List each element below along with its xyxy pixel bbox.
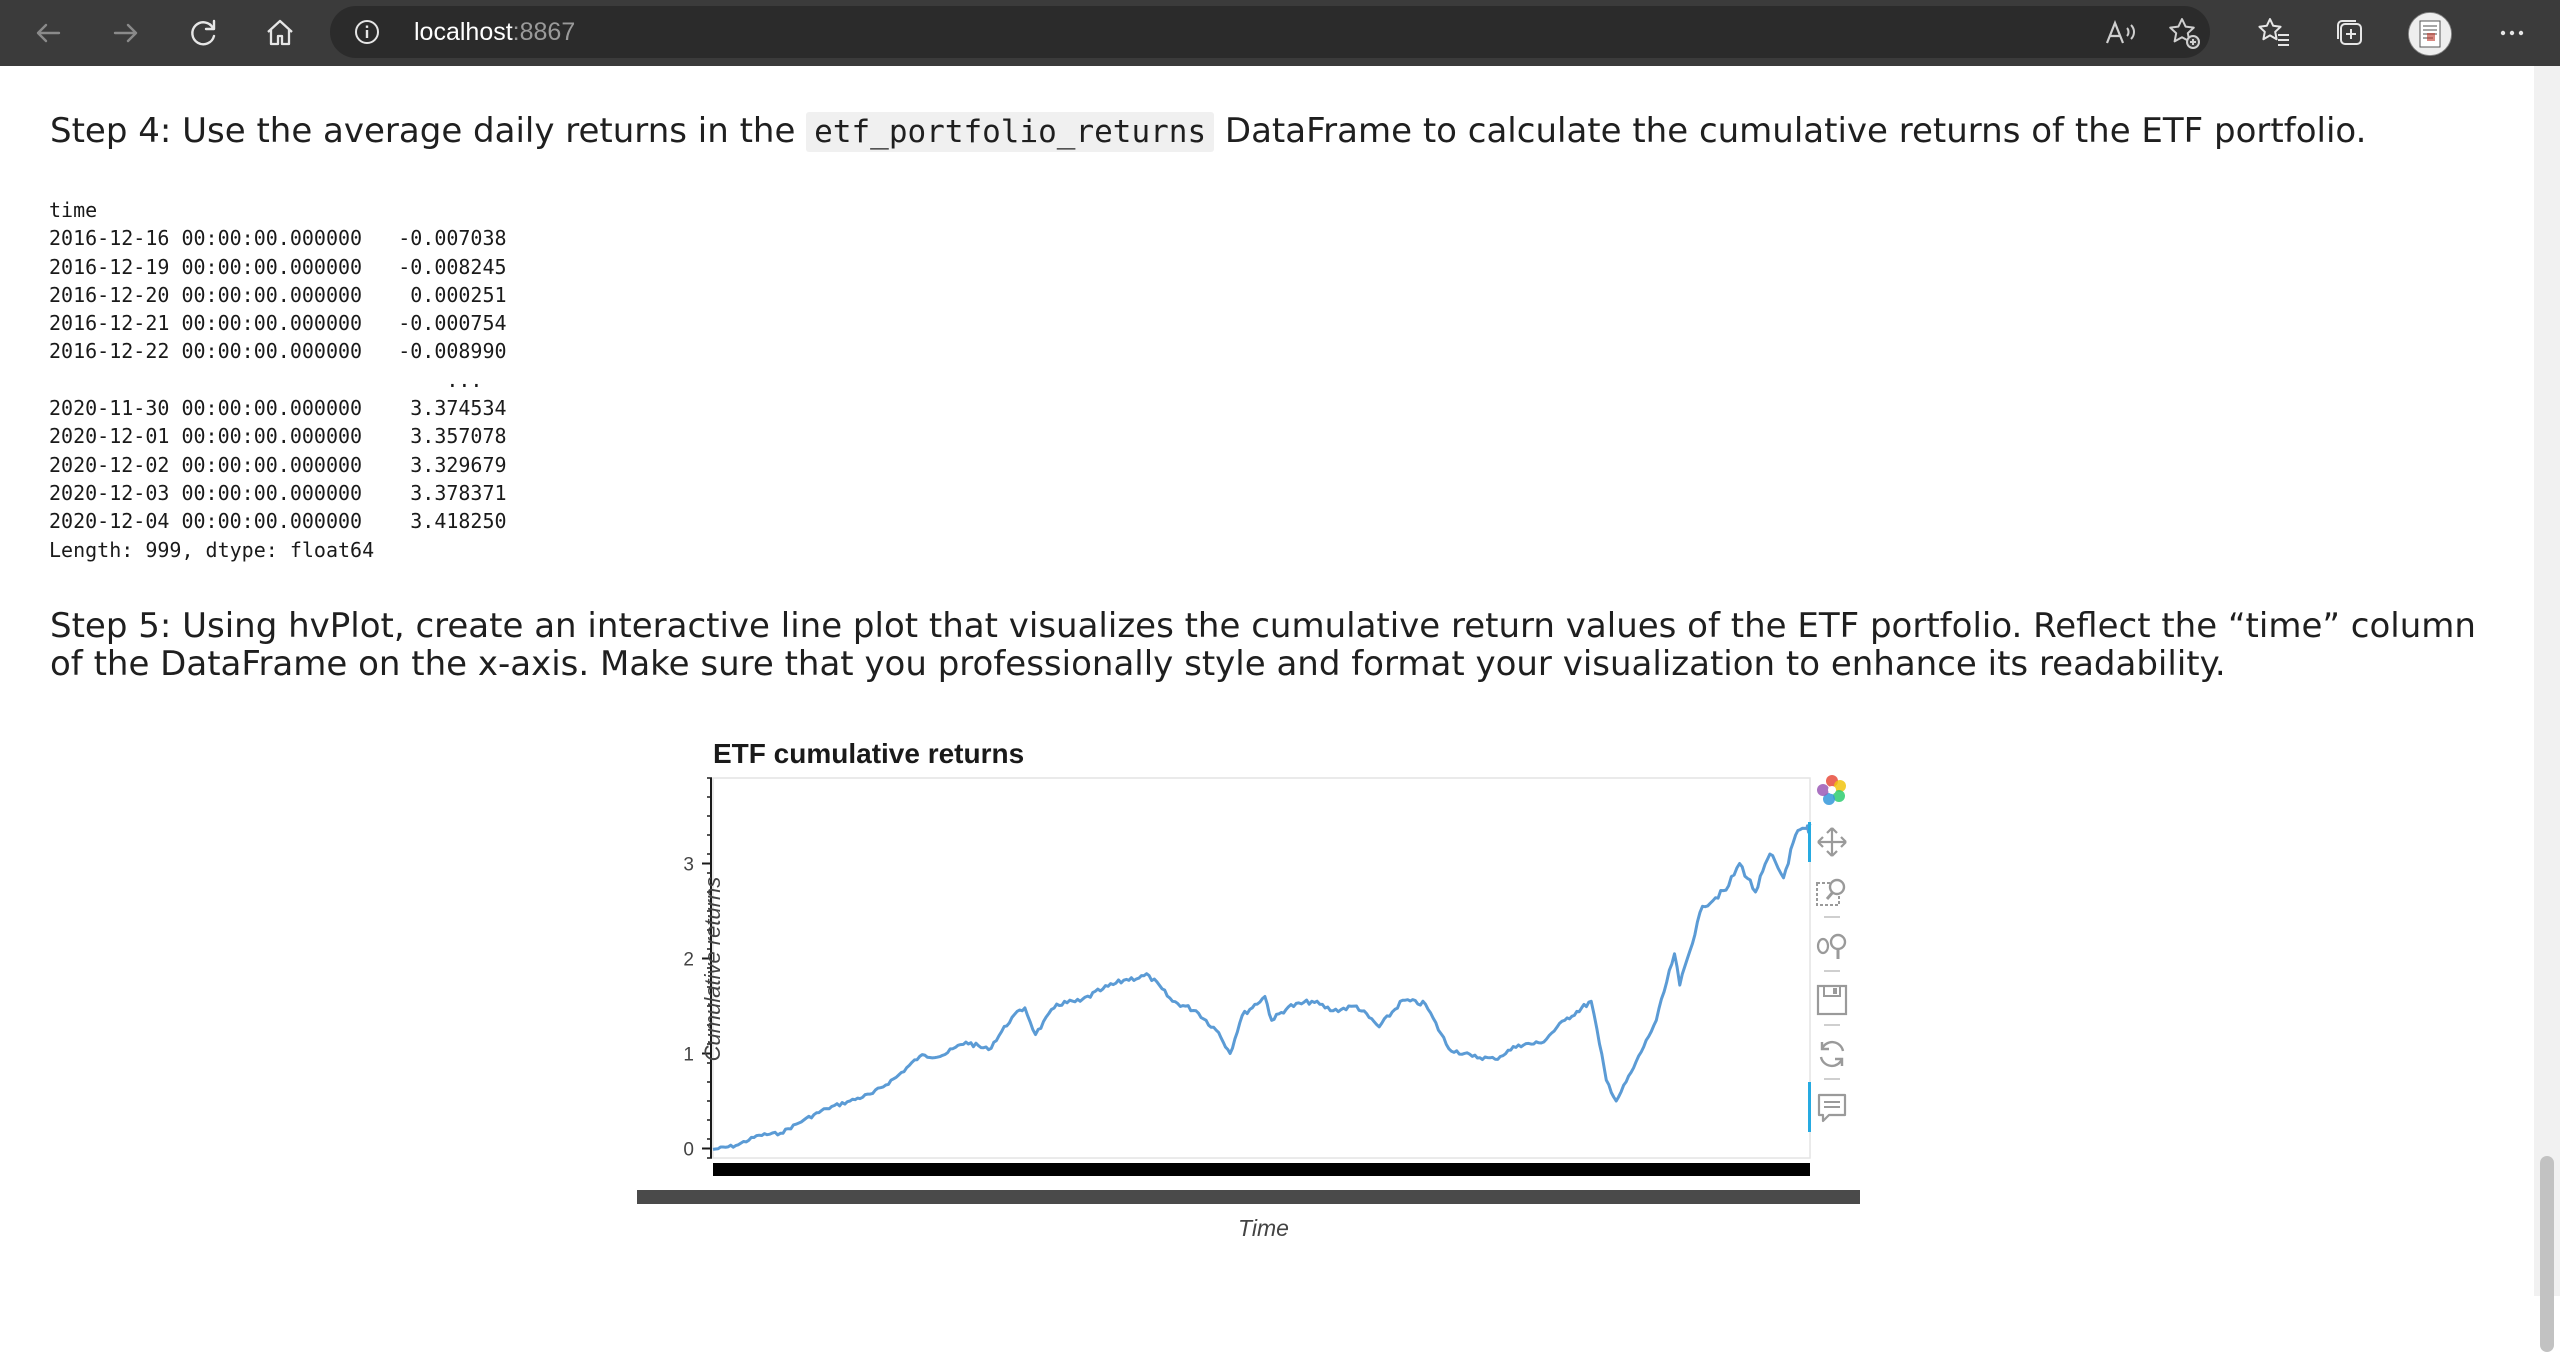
output-line: 2016-12-20 00:00:00.000000 0.000251 bbox=[49, 282, 507, 307]
output-line: 2020-12-01 00:00:00.000000 3.357078 bbox=[49, 424, 507, 449]
output-line: 2016-12-22 00:00:00.000000 -0.008990 bbox=[49, 339, 507, 364]
save-tool[interactable] bbox=[1812, 980, 1852, 1020]
output-line: 2020-11-30 00:00:00.000000 3.374534 bbox=[49, 396, 507, 421]
toolbar-separator bbox=[1824, 970, 1840, 972]
favorites-icon bbox=[2258, 18, 2289, 46]
x-axis-band bbox=[713, 1163, 1810, 1176]
cell-output: time 2016-12-16 00:00:00.000000 -0.007038… bbox=[49, 196, 507, 564]
box-zoom-tool[interactable] bbox=[1812, 872, 1852, 912]
output-line: 2016-12-19 00:00:00.000000 -0.008245 bbox=[49, 254, 507, 279]
refresh-icon bbox=[191, 19, 216, 46]
output-line: 2016-12-16 00:00:00.000000 -0.007038 bbox=[49, 226, 507, 251]
step4-suffix: DataFrame to calculate the cumulative re… bbox=[1214, 111, 2367, 151]
x-axis-label: Time bbox=[1238, 1215, 1289, 1241]
y-tick-label: 0 bbox=[683, 1140, 694, 1161]
reset-icon bbox=[1819, 1040, 1845, 1068]
avatar-image bbox=[2409, 13, 2451, 55]
y-tick-label: 3 bbox=[683, 855, 694, 876]
y-tick-label: 1 bbox=[683, 1045, 694, 1066]
step4-inline-code: etf_portfolio_returns bbox=[806, 112, 1215, 152]
home-button[interactable] bbox=[258, 11, 302, 55]
address-bar[interactable]: localhost:8867 bbox=[330, 6, 2210, 58]
output-line: Length: 999, dtype: float64 bbox=[49, 537, 375, 562]
read-aloud-icon bbox=[2105, 20, 2135, 44]
hover-icon bbox=[1817, 1093, 1847, 1123]
range-selector[interactable] bbox=[637, 1190, 1860, 1204]
step4-heading: Step 4: Use the average daily returns in… bbox=[50, 111, 2450, 152]
wheel-zoom-tool[interactable] bbox=[1812, 926, 1852, 966]
reset-tool[interactable] bbox=[1812, 1034, 1852, 1074]
add-favorite-icon bbox=[2169, 18, 2200, 49]
address-host: localhost bbox=[414, 18, 513, 46]
hover-tool[interactable] bbox=[1812, 1088, 1852, 1128]
chart-svg[interactable]: 0 1 2 3 bbox=[630, 728, 1860, 1248]
add-favorite-button[interactable] bbox=[2164, 13, 2204, 53]
output-line: 2020-12-03 00:00:00.000000 3.378371 bbox=[49, 480, 507, 505]
plot-area[interactable] bbox=[712, 777, 1811, 1159]
back-button[interactable] bbox=[26, 11, 70, 55]
step5-heading: Step 5: Using hvPlot, create an interact… bbox=[50, 606, 2476, 684]
browser-toolbar: localhost:8867 bbox=[0, 0, 2560, 66]
read-aloud-button[interactable] bbox=[2100, 13, 2140, 53]
back-icon bbox=[36, 23, 61, 43]
refresh-button[interactable] bbox=[182, 11, 226, 55]
page-scrollbar[interactable] bbox=[2534, 66, 2560, 1352]
bokeh-logo[interactable] bbox=[1812, 770, 1852, 810]
more-button[interactable] bbox=[2492, 13, 2532, 53]
address-port: :8867 bbox=[512, 18, 576, 46]
collections-icon bbox=[2337, 20, 2362, 45]
favorites-button[interactable] bbox=[2254, 13, 2294, 53]
bokeh-logo-icon bbox=[1817, 775, 1846, 805]
hover-active-indicator bbox=[1808, 1082, 1811, 1132]
output-line: time bbox=[49, 198, 98, 222]
collections-button[interactable] bbox=[2330, 13, 2370, 53]
home-icon bbox=[267, 19, 293, 46]
profile-avatar[interactable] bbox=[2408, 12, 2452, 56]
forward-button[interactable] bbox=[104, 11, 148, 55]
toolbar-separator bbox=[1824, 916, 1840, 918]
y-axis-label: Cumulative returns bbox=[700, 876, 725, 1062]
pan-active-indicator bbox=[1808, 822, 1811, 862]
pan-tool[interactable] bbox=[1812, 822, 1852, 862]
forward-icon bbox=[113, 23, 138, 43]
save-icon bbox=[1816, 984, 1848, 1016]
output-line: 2016-12-21 00:00:00.000000 -0.000754 bbox=[49, 311, 507, 336]
more-icon bbox=[2500, 30, 2524, 36]
pan-icon bbox=[1817, 827, 1847, 857]
scrollbar-thumb[interactable] bbox=[2540, 1156, 2554, 1352]
address-url[interactable]: localhost:8867 bbox=[414, 18, 575, 47]
output-line: 2020-12-04 00:00:00.000000 3.418250 bbox=[49, 509, 507, 534]
output-line: 2020-12-02 00:00:00.000000 3.329679 bbox=[49, 452, 507, 477]
box-zoom-icon bbox=[1816, 878, 1846, 906]
output-line: ... bbox=[49, 367, 483, 392]
hvplot-figure[interactable]: ETF cumulative returns 0123 Cumulative r… bbox=[630, 728, 1860, 1248]
plot-toolbar bbox=[1808, 770, 1854, 1190]
y-tick-label: 2 bbox=[683, 950, 694, 971]
step4-prefix: Step 4: Use the average daily returns in… bbox=[50, 111, 807, 151]
toolbar-separator bbox=[1824, 1078, 1840, 1080]
wheel-zoom-icon bbox=[1816, 933, 1847, 959]
toolbar-separator bbox=[1824, 1024, 1840, 1026]
info-icon[interactable] bbox=[354, 19, 380, 45]
